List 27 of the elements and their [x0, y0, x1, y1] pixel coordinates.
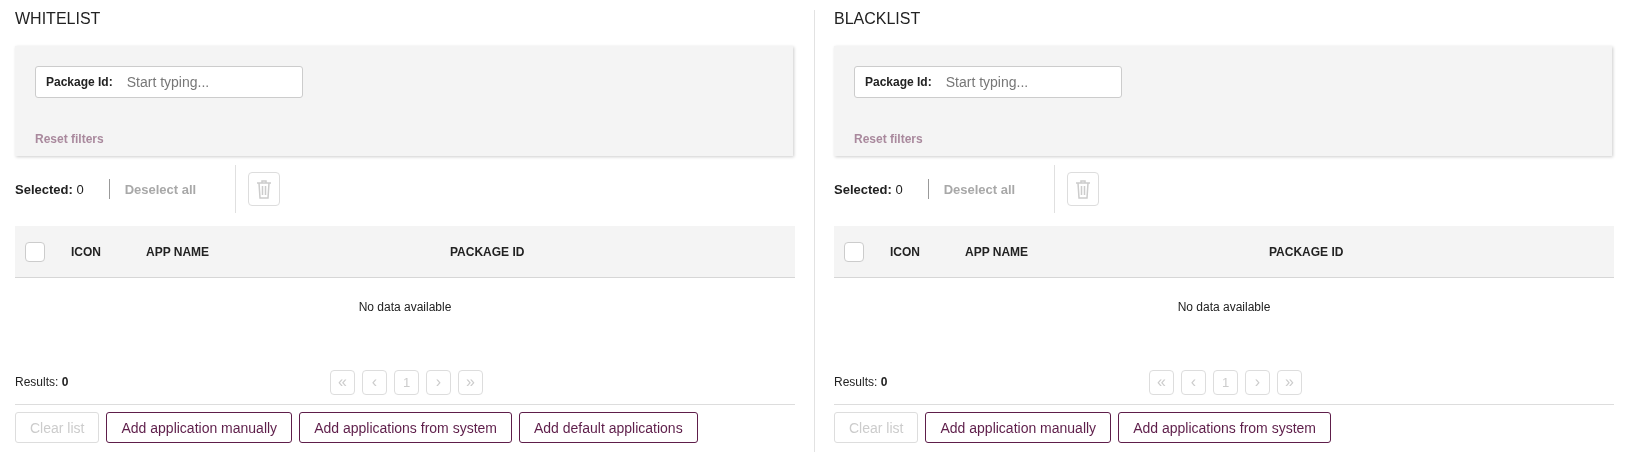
column-header: APP NAME: [146, 244, 210, 259]
column-header: PACKAGE ID: [1269, 244, 1344, 259]
selected-count: Selected: 0: [834, 181, 903, 197]
results-count: Results: 0: [15, 375, 69, 389]
action-button[interactable]: Add application manually: [925, 412, 1112, 443]
select-all-checkbox[interactable]: [25, 241, 45, 262]
action-button[interactable]: Add application manually: [106, 412, 293, 443]
column-header: APP NAME: [965, 244, 1029, 259]
empty-message: No data available: [358, 300, 452, 314]
delete-button[interactable]: [1066, 172, 1099, 206]
trash-icon: [1074, 179, 1091, 199]
empty-message: No data available: [1177, 300, 1271, 314]
panel-title: BLACKLIST: [834, 9, 922, 29]
selected-count: Selected: 0: [15, 181, 84, 197]
action-button[interactable]: Add default applications: [519, 412, 698, 443]
package-id-field[interactable]: Package Id: Start typing...: [35, 66, 303, 98]
trash-icon: [255, 179, 272, 199]
action-button[interactable]: Add applications from system: [299, 412, 512, 443]
column-header: ICON: [890, 244, 920, 259]
results-count: Results: 0: [834, 375, 888, 389]
action-button[interactable]: Add applications from system: [1118, 412, 1331, 443]
delete-button[interactable]: [247, 172, 280, 206]
package-id-field[interactable]: Package Id: Start typing...: [854, 66, 1122, 98]
panel-title: WHITELIST: [15, 9, 102, 29]
column-header: PACKAGE ID: [450, 244, 525, 259]
select-all-checkbox[interactable]: [844, 241, 864, 262]
column-header: ICON: [71, 244, 101, 259]
